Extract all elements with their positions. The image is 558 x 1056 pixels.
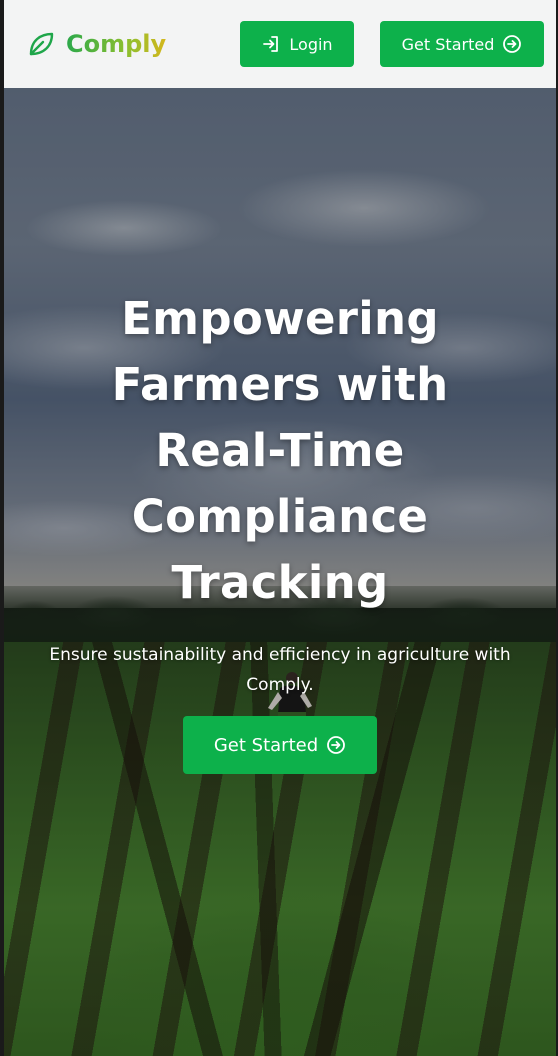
hero-subtitle: Ensure sustainability and efficiency in …	[49, 645, 511, 695]
hero-section: Empowering Farmers with Real-Time Compli…	[4, 286, 556, 774]
page: Comply Login Get Started Empowering Farm…	[0, 0, 558, 1056]
get-started-header-label: Get Started	[401, 34, 495, 54]
login-arrow-icon	[263, 36, 279, 52]
leaf-icon	[29, 32, 54, 56]
get-started-header-button[interactable]: Get Started	[380, 21, 544, 67]
get-started-hero-button[interactable]: Get Started	[183, 716, 377, 774]
brand-logo[interactable]: Comply	[26, 29, 240, 59]
login-button[interactable]: Login	[240, 21, 354, 67]
login-label: Login	[289, 34, 333, 54]
top-navbar: Comply Login Get Started	[4, 0, 556, 88]
get-started-hero-label: Get Started	[213, 734, 319, 756]
hero-title: Empowering Farmers with Real-Time Compli…	[111, 292, 449, 609]
circle-arrow-right-icon	[327, 736, 346, 754]
circle-arrow-right-icon	[503, 35, 522, 53]
brand-name: Comply	[66, 30, 167, 58]
